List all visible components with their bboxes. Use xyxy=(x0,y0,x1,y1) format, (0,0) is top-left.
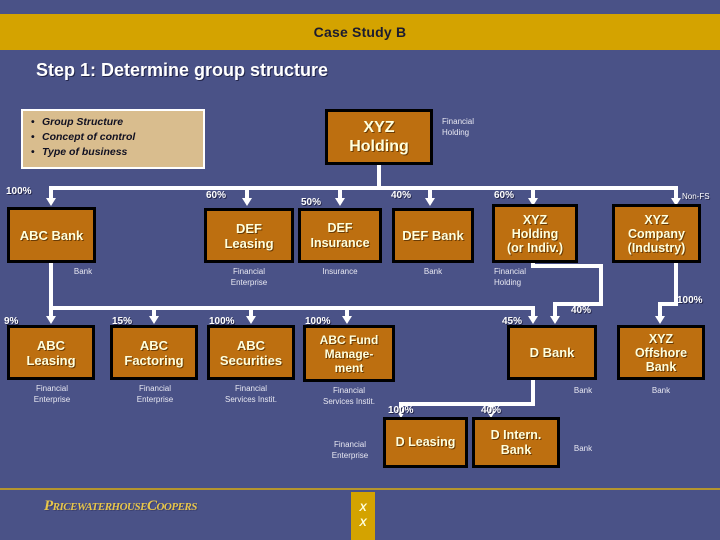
top-strip xyxy=(0,0,720,14)
pct-d-bank-45: 45% xyxy=(502,316,523,327)
x-badge-line-2: X xyxy=(359,517,367,529)
arrow-abc-fund xyxy=(342,316,352,324)
node-xyz-holding[interactable]: XYZ Holding xyxy=(325,109,433,165)
connector-row3-bus xyxy=(49,306,535,310)
bullet-item: • Group Structure xyxy=(31,115,197,130)
caption-xyz-holding-2: Financial Holding xyxy=(494,267,527,287)
connector-row4-bus xyxy=(399,402,535,406)
arrow-abc-securities xyxy=(246,316,256,324)
logo-p: P xyxy=(44,498,53,514)
arrow-abc-leasing xyxy=(46,316,56,324)
arrow-def-bank xyxy=(425,198,435,206)
node-abc-securities[interactable]: ABC Securities xyxy=(207,325,295,380)
node-abc-bank[interactable]: ABC Bank xyxy=(7,207,96,263)
pwc-logo: PRICEWATERHOUSECOOPERS xyxy=(44,498,197,515)
node-label: ABC Fund Manage- ment xyxy=(319,332,379,375)
node-label: D Intern. Bank xyxy=(490,427,542,457)
bullet-item: • Concept of control xyxy=(31,130,197,145)
caption-abc-fund-management: Financial Services Instit. xyxy=(322,386,375,406)
node-xyz-company[interactable]: XYZ Company (Industry) xyxy=(612,204,701,263)
connector-xyz-offshore-drop xyxy=(658,302,662,318)
node-label: XYZ Company (Industry) xyxy=(627,212,686,255)
node-label: ABC Bank xyxy=(19,227,84,243)
node-label: D Bank xyxy=(529,345,575,360)
x-badge: X X xyxy=(351,492,375,540)
caption-d-intern-bank: Bank xyxy=(573,444,593,453)
node-d-intern-bank[interactable]: D Intern. Bank xyxy=(472,417,560,468)
node-abc-leasing[interactable]: ABC Leasing xyxy=(7,325,95,380)
caption-def-bank: Bank xyxy=(423,267,443,276)
slide-canvas: Case Study B Step 1: Determine group str… xyxy=(0,0,720,540)
connector-abc-bank-stem xyxy=(49,262,53,310)
caption-def-insurance: Insurance xyxy=(322,267,358,276)
arrow-d-bank-45 xyxy=(528,316,538,324)
bullet-marker: • xyxy=(31,146,35,158)
caption-xyz-offshore-bank: Bank xyxy=(651,386,671,395)
node-label: XYZ Offshore Bank xyxy=(634,331,688,374)
x-badge-line-1: X xyxy=(359,502,367,514)
node-xyz-holding-2[interactable]: XYZ Holding (or Indiv.) xyxy=(492,204,578,263)
bullet-label: Concept of control xyxy=(42,131,136,143)
pct-abc-fund: 100% xyxy=(305,316,331,327)
pct-abc-bank: 100% xyxy=(6,186,32,197)
node-d-leasing[interactable]: D Leasing xyxy=(383,417,468,468)
step-heading: Step 1: Determine group structure xyxy=(36,60,329,80)
caption-abc-securities: Financial Services Instit. xyxy=(224,384,277,404)
caption-xyz-holding: Financial Holding xyxy=(442,117,475,137)
node-xyz-offshore-bank[interactable]: XYZ Offshore Bank xyxy=(617,325,705,380)
title-bar: Case Study B xyxy=(0,14,720,50)
bullet-label: Group Structure xyxy=(42,116,124,128)
pct-xyz-offshore: 100% xyxy=(677,295,703,306)
pct-xyz-company: Non-FS xyxy=(682,192,710,201)
pct-abc-factoring: 15% xyxy=(112,316,133,327)
connector-row2-bus xyxy=(49,186,678,190)
pct-xyz-holding-2: 60% xyxy=(494,190,515,201)
node-label: DEF Leasing xyxy=(224,220,274,251)
node-label: DEF Bank xyxy=(402,228,464,243)
caption-def-leasing: Financial Enterprise xyxy=(230,267,268,287)
arrow-abc-bank xyxy=(46,198,56,206)
caption-abc-leasing: Financial Enterprise xyxy=(33,384,71,404)
bullet-list: • Group Structure • Concept of control • Ty… xyxy=(31,115,197,160)
node-label: D Leasing xyxy=(395,435,456,449)
node-label: ABC Securities xyxy=(219,337,283,368)
arrow-abc-factoring xyxy=(149,316,159,324)
node-abc-factoring[interactable]: ABC Factoring xyxy=(110,325,198,380)
bullet-item: • Type of business xyxy=(31,145,197,160)
connector-xyz2-down xyxy=(599,264,603,306)
arrow-def-insurance xyxy=(335,198,345,206)
bullet-marker: • xyxy=(31,131,35,143)
logo-oopers: OOPERS xyxy=(156,501,197,513)
node-d-bank[interactable]: D Bank xyxy=(507,325,597,380)
pct-d-intern-bank: 40% xyxy=(481,405,502,416)
arrow-def-leasing xyxy=(242,198,252,206)
node-def-bank[interactable]: DEF Bank xyxy=(392,208,474,263)
slide-title: Case Study B xyxy=(313,24,407,40)
pct-abc-securities: 100% xyxy=(209,316,235,327)
node-label: DEF Insurance xyxy=(310,220,370,250)
node-def-leasing[interactable]: DEF Leasing xyxy=(204,208,294,263)
caption-abc-bank: Bank xyxy=(73,267,93,276)
node-def-insurance[interactable]: DEF Insurance xyxy=(298,208,382,263)
pct-def-insurance: 50% xyxy=(301,197,322,208)
bullet-label: Type of business xyxy=(42,146,128,158)
pct-def-leasing: 60% xyxy=(206,190,227,201)
logo-ricewaterhouse: RICEWATERHOUSE xyxy=(52,501,148,513)
caption-d-leasing: Financial Enterprise xyxy=(331,440,369,460)
arrow-d-bank-40 xyxy=(550,316,560,324)
node-label: ABC Leasing xyxy=(26,337,76,368)
pct-def-bank: 40% xyxy=(391,190,412,201)
node-label: ABC Factoring xyxy=(124,337,184,368)
pct-abc-leasing: 9% xyxy=(4,316,19,327)
footer-divider xyxy=(0,488,720,490)
node-abc-fund-management[interactable]: ABC Fund Manage- ment xyxy=(303,325,395,382)
bullet-marker: • xyxy=(31,116,35,128)
pct-d-bank-40: 40% xyxy=(571,305,592,316)
bullet-card: • Group Structure • Concept of control • Ty… xyxy=(21,109,205,169)
node-label: XYZ Holding xyxy=(349,119,409,155)
pct-d-leasing: 100% xyxy=(388,405,414,416)
caption-d-bank: Bank xyxy=(573,386,593,395)
caption-abc-factoring: Financial Enterprise xyxy=(136,384,174,404)
node-label: XYZ Holding (or Indiv.) xyxy=(506,212,563,255)
